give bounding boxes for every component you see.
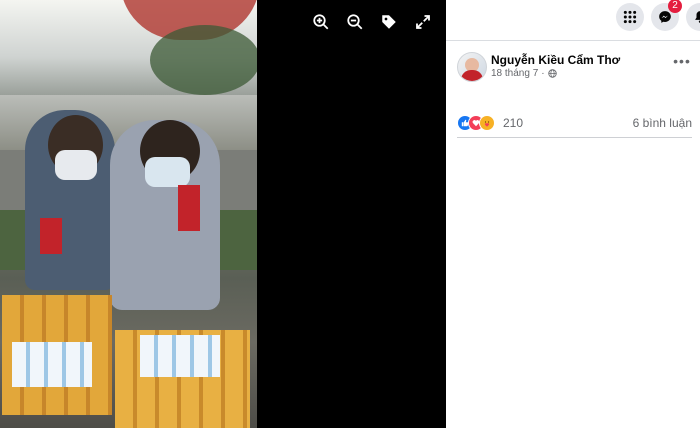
top-bar: 2 [446,0,700,40]
photo-milk-left [12,342,92,387]
reaction-icons[interactable] [457,115,501,131]
zoom-out-icon[interactable] [343,10,367,34]
bell-icon[interactable] [686,3,700,31]
messenger-icon [659,11,671,23]
post-header: Nguyễn Kiều Cẩm Thơ 18 tháng 7 · ••• [457,52,692,82]
post-panel: 2 Nguyễn Kiều Cẩm Thơ 18 tháng 7 · ••• 2… [446,0,700,428]
reaction-count[interactable]: 210 [503,116,523,130]
notification-badge: 2 [668,0,682,13]
author-name[interactable]: Nguyễn Kiều Cẩm Thơ [491,53,620,67]
globe-icon[interactable] [547,69,557,78]
fullscreen-icon[interactable] [411,10,435,34]
meta-separator: · [541,68,545,79]
photo-mask-right [145,157,190,187]
avatar[interactable] [457,52,487,82]
comment-count-link[interactable]: 6 bình luận [633,116,692,130]
care-icon [479,115,495,131]
reactions-divider [457,137,692,138]
topbar-divider [446,40,700,41]
photo-red-envelope-right [178,185,200,231]
reactions-bar: 210 6 bình luận [457,114,692,132]
post-date[interactable]: 18 tháng 7 [491,68,538,79]
zoom-in-icon[interactable] [309,10,333,34]
photo-red-envelope-left [40,218,62,254]
photo-milk-right [140,335,220,377]
post-photo[interactable] [0,0,257,428]
grid-menu-icon[interactable] [616,3,644,31]
photo-viewer [0,0,446,428]
tag-icon[interactable] [377,10,401,34]
photo-tree [150,25,257,95]
more-options-button[interactable]: ••• [672,54,692,70]
post-meta: 18 tháng 7 · [491,68,557,79]
photo-mask-left [55,150,97,180]
messenger-button[interactable]: 2 [651,0,682,31]
